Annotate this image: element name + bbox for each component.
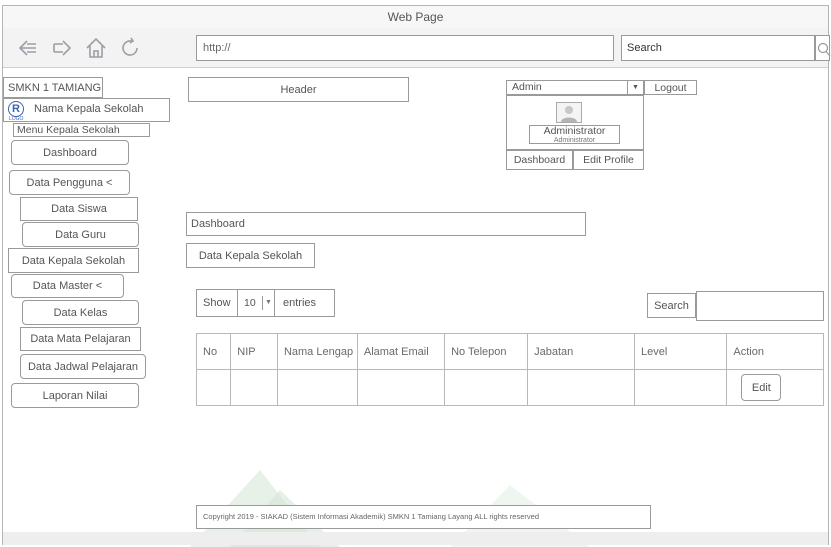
column-header: Level	[634, 333, 728, 370]
sidebar-item-data-pengguna[interactable]: Data Pengguna <	[9, 170, 130, 195]
action-cell: Edit	[726, 369, 824, 406]
table-cell	[230, 369, 278, 406]
magnifier-icon[interactable]	[815, 35, 831, 61]
sidebar-item-data-jadwal-pelajaran[interactable]: Data Jadwal Pelajaran	[20, 354, 146, 379]
chevron-down-icon: ▼	[627, 81, 643, 94]
logo-caption: LOGO	[9, 116, 24, 122]
sidebar-item-data-kepala-sekolah[interactable]: Data Kepala Sekolah	[8, 248, 139, 273]
sidebar-item-data-mata-pelajaran[interactable]: Data Mata Pelajaran	[20, 327, 141, 351]
menu-title: Menu Kepala Sekolah	[13, 123, 150, 137]
show-label: Show	[203, 297, 231, 309]
column-header: NIP	[230, 333, 278, 370]
table-header-row: No NIP Nama Lengap Alamat Email No Telep…	[195, 333, 824, 370]
column-header: No	[195, 333, 232, 370]
profile-card: Administrator Administrator	[506, 95, 644, 150]
entries-value: 10	[244, 297, 256, 309]
column-header: Nama Lengap	[276, 333, 358, 370]
window-title: Web Page	[3, 6, 828, 28]
profile-name: Administrator	[543, 125, 606, 137]
user-select-value: Admin	[512, 81, 542, 93]
sidebar-item-laporan-nilai[interactable]: Laporan Nilai	[11, 383, 139, 408]
column-header: Action	[726, 333, 824, 370]
address-bar[interactable]: http://	[196, 35, 614, 61]
profile-name-box: Administrator Administrator	[529, 125, 620, 144]
header-dashboard-button[interactable]: Dashboard	[506, 150, 573, 170]
entries-select[interactable]: 10 ▼	[237, 289, 275, 317]
back-arrow-icon[interactable]	[14, 34, 42, 62]
sidebar-item-dashboard[interactable]: Dashboard	[11, 140, 129, 165]
sidebar-item-data-master[interactable]: Data Master <	[11, 274, 124, 298]
logout-button[interactable]: Logout	[644, 80, 697, 95]
profile-role: Administrator	[553, 137, 596, 144]
column-header: Jabatan	[527, 333, 636, 370]
home-icon[interactable]	[82, 34, 110, 62]
refresh-icon[interactable]	[116, 34, 144, 62]
table-cell	[195, 369, 232, 406]
footer-copyright: Copyright 2019 - SIAKAD (Sistem Informas…	[196, 505, 651, 529]
page-title: Data Kepala Sekolah	[186, 243, 315, 268]
table-search-label: Search	[647, 293, 696, 318]
breadcrumb: Dashboard	[186, 212, 586, 236]
edit-button[interactable]: Edit	[741, 374, 782, 401]
column-header: Alamat Email	[356, 333, 446, 370]
sidebar-item-data-kelas[interactable]: Data Kelas	[22, 300, 139, 325]
principal-name: Nama Kepala Sekolah	[34, 103, 144, 115]
entries-label: entries	[283, 297, 317, 309]
browser-search-input[interactable]: Search	[621, 35, 815, 61]
watermark-logo	[190, 470, 590, 547]
edit-profile-button[interactable]: Edit Profile	[573, 150, 644, 170]
chevron-down-icon: ▼	[262, 296, 274, 310]
logo-icon: R	[8, 101, 24, 117]
user-select[interactable]: Admin ▼	[506, 80, 644, 95]
entries-control: Show 10 ▼ entries	[196, 289, 335, 317]
avatar	[556, 102, 582, 123]
table-cell	[634, 369, 728, 406]
school-name: SMKN 1 TAMIANG	[3, 77, 103, 98]
table-cell	[276, 369, 358, 406]
status-bar	[3, 532, 828, 545]
principal-card: R LOGO Nama Kepala Sekolah	[3, 98, 170, 122]
table-cell	[527, 369, 636, 406]
forward-arrow-icon[interactable]	[48, 34, 76, 62]
table-cell	[444, 369, 529, 406]
table-search-input[interactable]	[696, 291, 824, 321]
table-cell	[356, 369, 446, 406]
table-row: Edit	[195, 369, 824, 406]
sidebar-item-data-siswa[interactable]: Data Siswa	[20, 197, 138, 221]
column-header: No Telepon	[444, 333, 529, 370]
data-table: No NIP Nama Lengap Alamat Email No Telep…	[195, 333, 824, 406]
header-placeholder: Header	[188, 77, 409, 102]
sidebar-item-data-guru[interactable]: Data Guru	[22, 222, 139, 247]
